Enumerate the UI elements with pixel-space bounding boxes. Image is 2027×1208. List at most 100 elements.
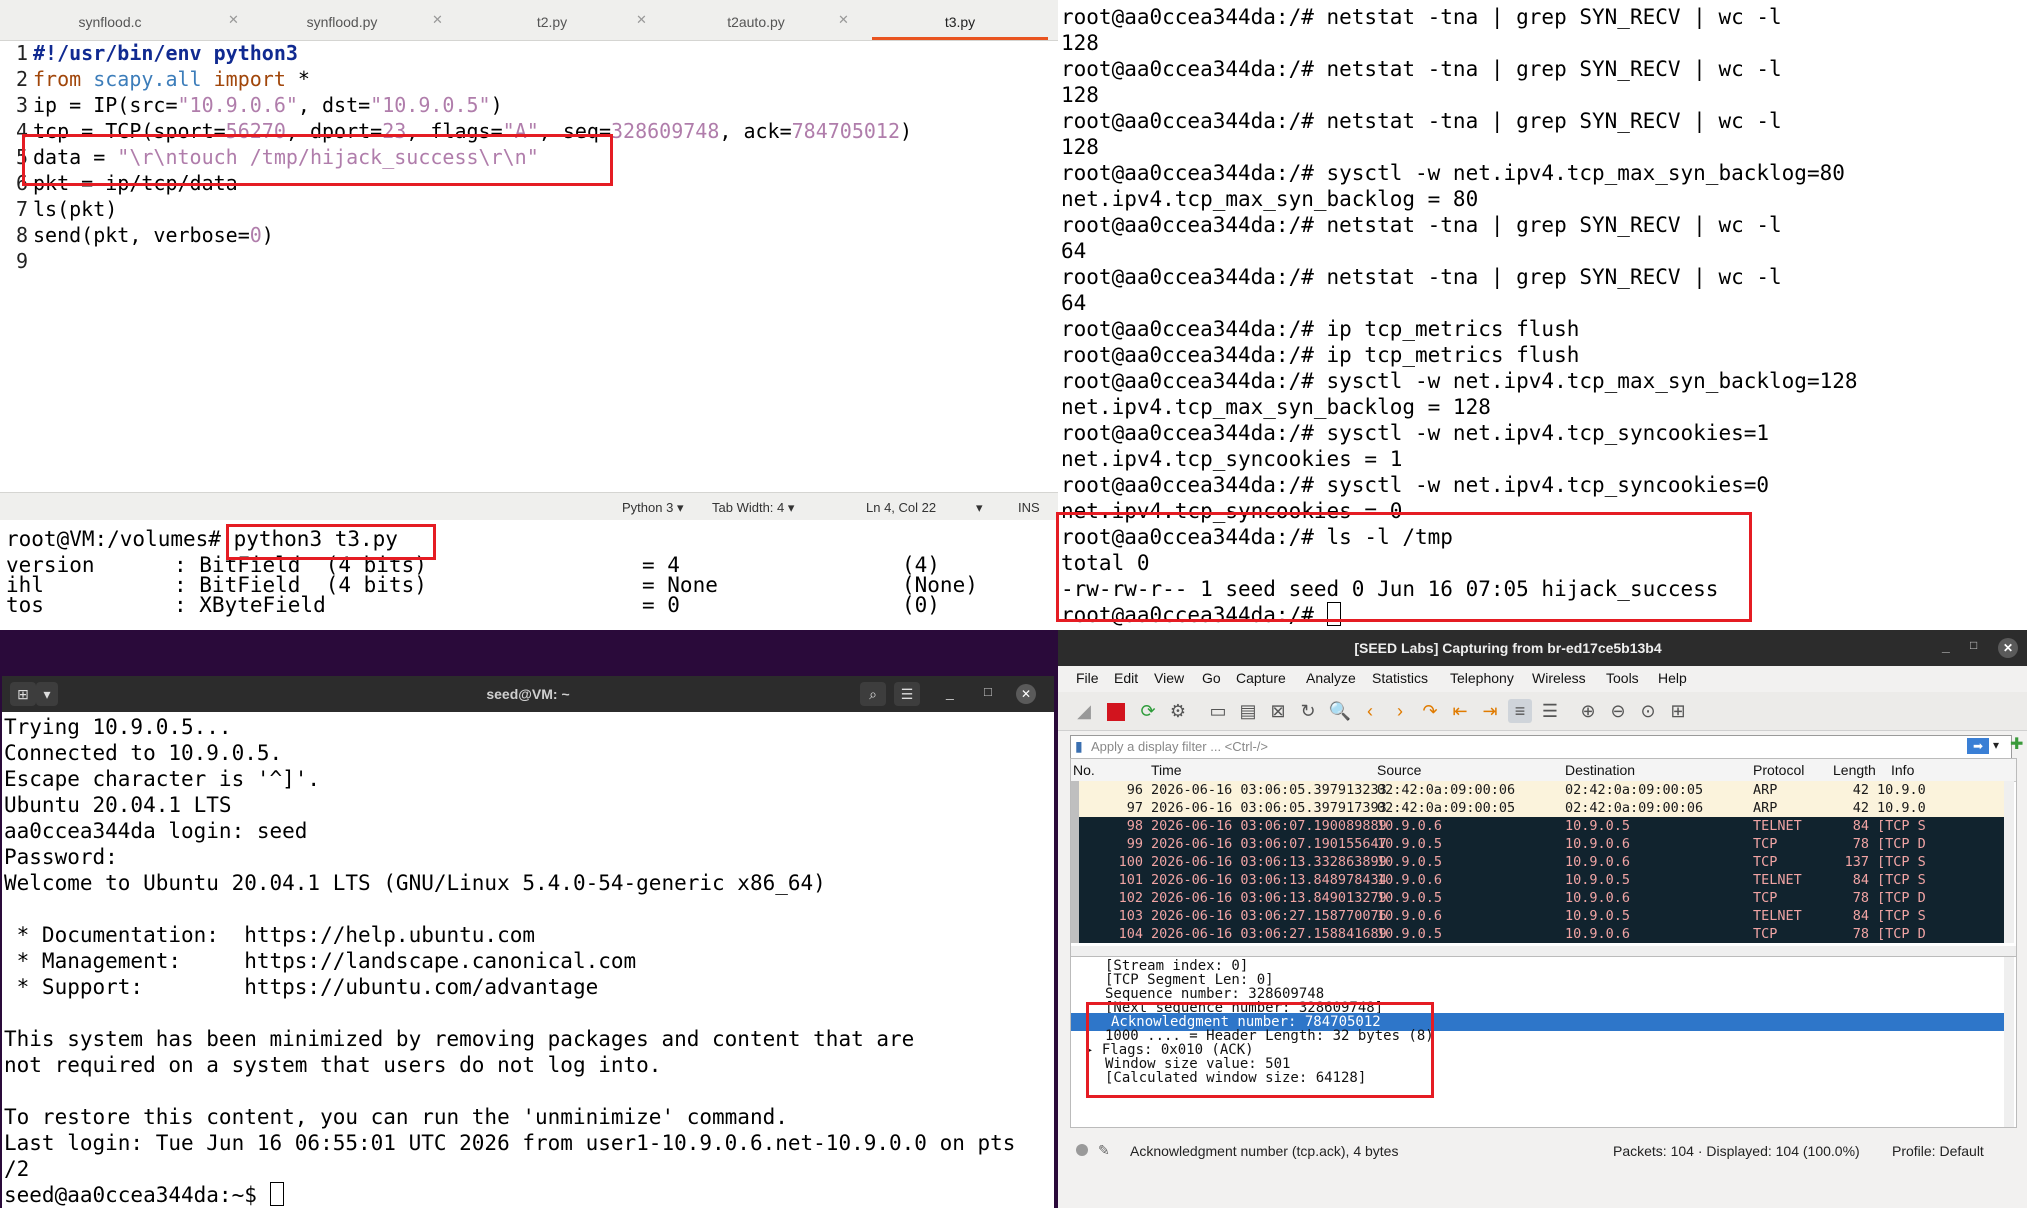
menu-file[interactable]: File [1076,670,1099,686]
tab-synflood-py[interactable]: synflood.py [232,0,452,40]
packet-row[interactable]: 104 2026-06-16 03:06:27.158841689 10.9.0.5… [1071,925,2008,943]
restart-capture-icon[interactable]: ⟳ [1136,699,1160,723]
tab-t2auto-py[interactable]: t2auto.py [656,0,856,40]
column-no[interactable]: No. [1073,759,1095,781]
packet-row[interactable]: 101 2026-06-16 03:06:13.848978434 10.9.0.6… [1071,871,2008,889]
minimize-icon[interactable]: _ [946,684,954,700]
chevron-down-icon[interactable]: ▾ [36,682,58,706]
menu-edit[interactable]: Edit [1114,670,1138,686]
close-icon[interactable]: ✕ [1016,684,1036,704]
line-number: 8 [15,223,28,247]
code-area[interactable]: 1 #!/usr/bin/env python3 2 from scapy.all i… [0,40,1058,490]
go-to-packet-icon[interactable]: ↷ [1418,699,1442,723]
close-icon[interactable]: ✕ [636,12,647,28]
close-icon[interactable]: ✕ [838,12,849,28]
edit-icon[interactable]: ✎ [1098,1142,1110,1159]
close-icon[interactable]: ✕ [432,12,443,28]
script-output-terminal[interactable]: root@VM:/volumes# python3 t3.py version:… [0,520,1058,630]
maximize-icon[interactable]: □ [1970,638,1977,652]
go-back-icon[interactable]: ‹ [1358,699,1382,723]
terminal-text: * Management: https://landscape.canonica… [4,949,637,973]
menu-go[interactable]: Go [1202,670,1221,686]
cursor-position[interactable]: Ln 4, Col 22 [866,500,936,515]
language-selector[interactable]: Python 3 ▾ [622,500,683,516]
zoom-out-icon[interactable]: ⊖ [1606,699,1630,723]
packet-info: [TCP S [1877,818,1926,834]
tab-synflood-c[interactable]: synflood.c [0,0,220,40]
packet-row[interactable]: 96 2026-06-16 03:06:05.397913233 02:42:0a:… [1071,781,2008,799]
first-packet-icon[interactable]: ⇤ [1448,699,1472,723]
column-length[interactable]: Length [1833,759,1876,781]
container-terminal[interactable]: root@aa0ccea344da:/# netstat -tna | grep… [1058,0,2027,630]
scrollbar[interactable] [2004,957,2014,1127]
zoom-in-icon[interactable]: ⊕ [1576,699,1600,723]
go-forward-icon[interactable]: › [1388,699,1412,723]
open-file-icon[interactable]: ▭ [1206,699,1230,723]
horizontal-scrollbar[interactable] [1071,946,2016,956]
column-source[interactable]: Source [1377,759,1421,781]
window-titlebar: ⊞ ▾ seed@VM: ~ ⌕ ☰ _ □ ✕ [2,676,1054,712]
bookmark-icon[interactable]: ▮ [1075,738,1083,755]
menu-tools[interactable]: Tools [1606,670,1639,686]
terminal-text: root@aa0ccea344da:/# ip tcp_metrics flus… [1061,343,1580,367]
capture-options-icon[interactable]: ⚙ [1166,699,1190,723]
tab-t2-py[interactable]: t2.py [452,0,652,40]
menu-telephony[interactable]: Telephony [1450,670,1514,686]
tab-width-selector[interactable]: Tab Width: 4 ▾ [712,500,794,516]
terminal-body[interactable]: Trying 10.9.0.5... Connected to 10.9.0.5.… [2,712,1054,1208]
profile-selector[interactable]: Profile: Default [1892,1143,1984,1159]
minimize-icon[interactable]: _ [1942,638,1950,654]
apply-filter-icon[interactable]: ➡ [1967,738,1989,754]
menu-capture[interactable]: Capture [1236,670,1286,686]
stop-capture-icon[interactable] [1104,699,1128,723]
shark-fin-start-icon[interactable]: ◢ [1072,699,1096,723]
chevron-down-icon[interactable]: ▾ [976,500,983,516]
reload-icon[interactable]: ↻ [1296,699,1320,723]
tab-t3-py[interactable]: t3.py [872,0,1048,40]
code-token: #!/usr/bin/env python3 [33,41,298,65]
scrollbar[interactable] [1046,40,1054,490]
menu-statistics[interactable]: Statistics [1372,670,1428,686]
column-info[interactable]: Info [1891,759,1914,781]
search-icon[interactable]: 🔍 [1328,699,1352,723]
scrollbar[interactable] [2004,781,2014,943]
terminal-text: not required on a system that users do n… [4,1053,662,1077]
code-line: 5 data = "\r\ntouch /tmp/hijack_success\r… [0,144,539,170]
capture-status-icon[interactable] [1076,1144,1088,1156]
close-file-icon[interactable]: ⊠ [1266,699,1290,723]
column-protocol[interactable]: Protocol [1753,759,1804,781]
menu-wireless[interactable]: Wireless [1532,670,1586,686]
display-filter-input[interactable]: ▮ Apply a display filter ... <Ctrl-/> ➡ … [1070,735,2012,759]
packet-dst: 10.9.0.6 [1565,890,1631,906]
menu-icon[interactable]: ☰ [894,682,920,706]
close-icon[interactable]: ✕ [1998,638,2018,658]
last-packet-icon[interactable]: ⇥ [1478,699,1502,723]
colorize-icon[interactable]: ☰ [1538,699,1562,723]
normal-size-icon[interactable]: ⊙ [1636,699,1660,723]
packet-details[interactable]: [Stream index: 0] [TCP Segment Len: 0] Seq… [1070,956,2017,1128]
terminal-line: Ubuntu 20.04.1 LTS [4,792,232,818]
detail-line[interactable]: [Calculated window size: 64128] [1105,1069,1366,1087]
resize-columns-icon[interactable]: ⊞ [1666,699,1690,723]
add-filter-icon[interactable]: ✚ [2010,734,2023,754]
packet-row[interactable]: 100 2026-06-16 03:06:13.332863899 10.9.0.5… [1071,853,2008,871]
packet-row[interactable]: 99 2026-06-16 03:06:07.190155647 10.9.0.5 1… [1071,835,2008,853]
search-icon[interactable]: ⌕ [860,682,886,706]
maximize-icon[interactable]: □ [984,684,992,699]
menu-help[interactable]: Help [1658,670,1687,686]
packet-row[interactable]: 103 2026-06-16 03:06:27.158770076 10.9.0.6… [1071,907,2008,925]
new-tab-icon[interactable]: ⊞ [10,682,36,706]
column-destination[interactable]: Destination [1565,759,1635,781]
packet-dst: 10.9.0.5 [1565,908,1631,924]
menu-analyze[interactable]: Analyze [1306,670,1356,686]
packet-row[interactable]: 97 2026-06-16 03:06:05.397917393 02:42:0a:… [1071,799,2008,817]
packet-len: 78 [1852,836,1869,852]
column-time[interactable]: Time [1151,759,1182,781]
packet-row[interactable]: 98 2026-06-16 03:06:07.190089889 10.9.0.6 1… [1071,817,2008,835]
autoscroll-icon[interactable]: ≡ [1508,699,1532,723]
packet-row[interactable]: 102 2026-06-16 03:06:13.849013279 10.9.0.5… [1071,889,2008,907]
save-file-icon[interactable]: ▤ [1236,699,1260,723]
menu-view[interactable]: View [1154,670,1184,686]
terminal-line: * Management: https://landscape.canonica… [4,948,637,974]
chevron-down-icon[interactable]: ▾ [1993,738,1999,752]
